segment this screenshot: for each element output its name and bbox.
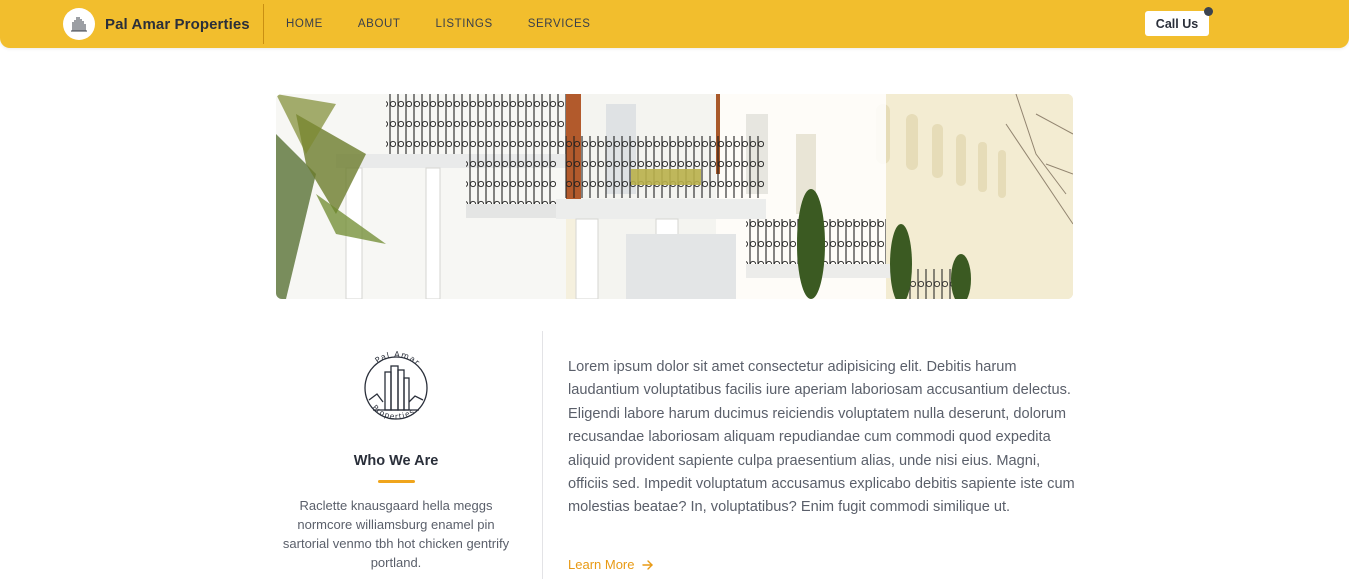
building-logo-icon	[63, 8, 95, 40]
section-divider	[542, 331, 543, 579]
who-we-are-heading: Who We Are	[353, 453, 439, 469]
about-body-text: Lorem ipsum dolor sit amet consectetur a…	[568, 359, 1075, 516]
nav-link-listings[interactable]: LISTINGS	[436, 18, 493, 30]
svg-text:Pal Amar: Pal Amar	[374, 350, 422, 368]
call-us-button[interactable]: Call Us	[1145, 11, 1209, 36]
notification-dot	[1204, 7, 1213, 16]
heading-underline	[378, 480, 415, 483]
pal-amar-properties-logo-icon: Pal Amar Properties	[364, 350, 428, 421]
logo-top-text: Pal Amar	[374, 350, 421, 368]
brand-link[interactable]: Pal Amar Properties	[63, 8, 250, 40]
learn-more-link[interactable]: Learn More	[568, 557, 654, 572]
terraced-houses-illustration	[276, 94, 1073, 299]
nav-link-home[interactable]: HOME	[286, 18, 323, 30]
nav-link-services[interactable]: SERVICES	[528, 18, 591, 30]
hero-image	[276, 94, 1073, 299]
about-blurb: Raclette knausgaard hella meggs normcore…	[282, 498, 510, 570]
nav-divider	[263, 4, 264, 44]
primary-nav: HOME ABOUT LISTINGS SERVICES	[286, 0, 625, 48]
top-navbar: Pal Amar Properties HOME ABOUT LISTINGS …	[0, 0, 1349, 48]
learn-more-label: Learn More	[568, 557, 635, 572]
arrow-right-icon	[642, 559, 654, 570]
nav-link-about[interactable]: ABOUT	[358, 18, 401, 30]
brand-name: Pal Amar Properties	[105, 15, 250, 33]
